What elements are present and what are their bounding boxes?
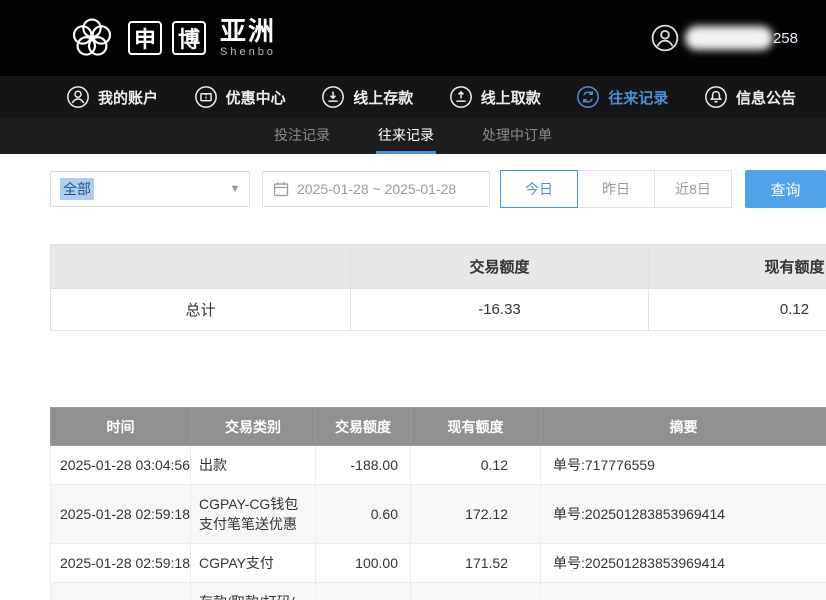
yesterday-button[interactable]: 昨日 (577, 170, 655, 208)
nav-label: 往来记录 (608, 87, 668, 108)
cell-time: 2025-01-28 02:59:18 (51, 485, 191, 544)
records-table: 时间 交易类别 交易额度 现有额度 摘要 2025-01-28 03:04:56… (50, 407, 826, 600)
cell-balance: 171.52 (411, 544, 541, 583)
username-suffix: 258 (773, 30, 798, 47)
redacted-username (685, 26, 773, 50)
nav-label: 信息公告 (736, 87, 796, 108)
summary-table: 交易额度 现有额度 总计 -16.33 0.12 (50, 244, 826, 331)
nav-item-promo-center[interactable]: 优惠中心 (194, 85, 286, 109)
cell-time: 2025-01-28 02:58:36 (51, 583, 191, 600)
nav-label: 线上存款 (353, 87, 413, 108)
col-amount: 交易额度 (316, 408, 411, 446)
cell-amount: 0.60 (316, 485, 411, 544)
summary-header-empty (51, 245, 351, 289)
tab-pending-orders[interactable]: 处理中订单 (480, 118, 554, 154)
cell-summary: 单号:717776559 (541, 446, 826, 485)
cell-balance: 0.12 (411, 446, 541, 485)
deposit-icon (321, 85, 345, 109)
summary-header-transaction-amount: 交易额度 (351, 245, 649, 289)
chevron-down-icon: ▼ (221, 172, 249, 206)
date-range-value: 2025-01-28 ~ 2025-01-28 (297, 181, 456, 197)
nav-label: 线上取款 (481, 87, 541, 108)
tab-transaction-records[interactable]: 往来记录 (376, 118, 436, 154)
summary-total-row: 总计 -16.33 0.12 (51, 289, 826, 331)
records-header-row: 时间 交易类别 交易额度 现有额度 摘要 (51, 408, 826, 446)
cell-summary: 金蛇献瑞 财运通天 现金回馈 豪礼相送_0128 (541, 583, 826, 600)
cell-summary: 单号:202501283853969414 (541, 544, 826, 583)
nav-label: 优惠中心 (226, 87, 286, 108)
nav-item-online-deposit[interactable]: 线上存款 (321, 85, 413, 109)
cell-type: CGPAY-CG钱包支付笔笔送优惠 (191, 485, 316, 544)
summary-header-row: 交易额度 现有额度 (51, 245, 826, 289)
cell-balance: 172.12 (411, 485, 541, 544)
cell-balance: 71.52 (411, 583, 541, 600)
promo-icon (194, 85, 218, 109)
brand-logo[interactable]: 申 博 亚洲 Shenbo (66, 12, 276, 64)
last-8-days-button[interactable]: 近8日 (654, 170, 732, 208)
nav-item-my-account[interactable]: 我的账户 (66, 85, 158, 109)
summary-current-balance: 0.12 (649, 289, 826, 331)
table-row: 2025-01-28 02:59:18 CGPAY-CG钱包支付笔笔送优惠 0.… (51, 485, 826, 544)
type-select-value: 全部 (60, 178, 94, 200)
search-button[interactable]: 查询 (745, 170, 826, 208)
type-select[interactable]: 全部 ▼ (50, 171, 250, 207)
user-avatar-icon (651, 24, 679, 52)
cell-type: 出款 (191, 446, 316, 485)
cell-amount: 71.00 (316, 583, 411, 600)
filter-bar: 全部 ▼ 2025-01-28 ~ 2025-01-28 今日 昨日 近8日 查… (50, 170, 826, 208)
summary-total-label: 总计 (51, 289, 351, 331)
nav-label: 我的账户 (98, 87, 158, 108)
summary-transaction-amount: -16.33 (351, 289, 649, 331)
table-row: 2025-01-28 02:58:36 存款/取款/打码/损益 71.00 71… (51, 583, 826, 600)
col-summary: 摘要 (541, 408, 826, 446)
main-navigation: 我的账户 优惠中心 线上存款 (0, 76, 826, 118)
cell-time: 2025-01-28 03:04:56 (51, 446, 191, 485)
summary-header-current-balance: 现有额度 (649, 245, 826, 289)
cell-amount: -188.00 (316, 446, 411, 485)
col-type: 交易类别 (191, 408, 316, 446)
cell-type: CGPAY支付 (191, 544, 316, 583)
col-balance: 现有额度 (411, 408, 541, 446)
date-range-picker[interactable]: 2025-01-28 ~ 2025-01-28 (262, 171, 490, 207)
cell-time: 2025-01-28 02:59:18 (51, 544, 191, 583)
nav-item-announcements[interactable]: 信息公告 (704, 85, 796, 109)
sub-navigation: 投注记录 往来记录 处理中订单 (0, 118, 826, 154)
col-time: 时间 (51, 408, 191, 446)
logo-char-2: 博 (172, 21, 206, 55)
top-header: 申 博 亚洲 Shenbo 258 (0, 0, 826, 76)
nav-item-transaction-records[interactable]: 往来记录 (576, 85, 668, 109)
table-row: 2025-01-28 02:59:18 CGPAY支付 100.00 171.5… (51, 544, 826, 583)
logo-char-1: 申 (128, 21, 162, 55)
today-button[interactable]: 今日 (500, 170, 578, 208)
logo-subtitle: Shenbo (220, 47, 276, 58)
account-icon (66, 85, 90, 109)
table-row: 2025-01-28 03:04:56 出款 -188.00 0.12 单号:7… (51, 446, 826, 485)
logo-region-text: 亚洲 (220, 18, 276, 44)
quick-date-buttons: 今日 昨日 近8日 (500, 170, 732, 208)
cell-amount: 100.00 (316, 544, 411, 583)
nav-item-online-withdrawal[interactable]: 线上取款 (449, 85, 541, 109)
notice-icon (704, 85, 728, 109)
withdraw-icon (449, 85, 473, 109)
cell-type: 存款/取款/打码/损益 (191, 583, 316, 600)
plum-blossom-icon (66, 12, 118, 64)
records-icon (576, 85, 600, 109)
tab-betting-records[interactable]: 投注记录 (272, 118, 332, 154)
user-area[interactable]: 258 (651, 24, 798, 52)
calendar-icon (273, 181, 289, 197)
cell-summary: 单号:202501283853969414 (541, 485, 826, 544)
page: 申 博 亚洲 Shenbo 258 我的账户 (0, 0, 826, 600)
